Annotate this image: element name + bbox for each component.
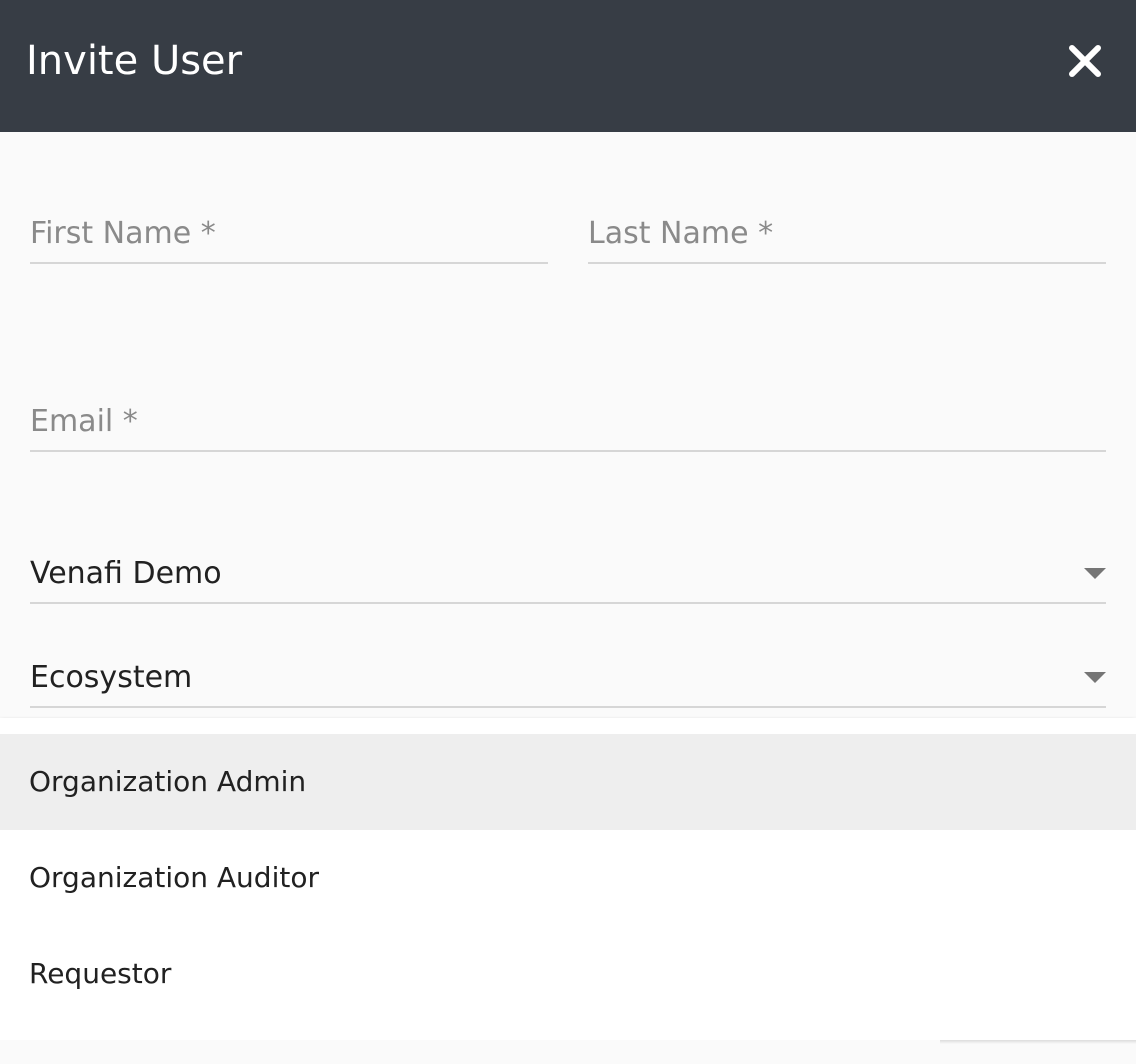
dialog-title: Invite User (26, 38, 243, 84)
chevron-down-icon (1084, 672, 1106, 683)
role-dropdown-menu: Organization Admin Organization Auditor … (0, 718, 1136, 1040)
organization-select[interactable]: Venafi Demo (30, 552, 1106, 604)
first-name-field[interactable]: First Name * (30, 212, 548, 264)
bottom-shadow (940, 1040, 1136, 1044)
email-input[interactable] (30, 400, 1106, 450)
menu-item-label: Organization Admin (29, 765, 307, 798)
menu-item-label: Organization Auditor (29, 861, 319, 894)
organization-select-value: Venafi Demo (30, 556, 222, 591)
email-field[interactable]: Email * (30, 400, 1106, 452)
menu-item-label: Requestor (29, 957, 172, 990)
dialog-header: Invite User (0, 0, 1136, 132)
role-type-select[interactable]: Ecosystem (30, 656, 1106, 708)
last-name-field[interactable]: Last Name * (588, 212, 1106, 264)
chevron-down-icon (1084, 568, 1106, 579)
menu-item-organization-auditor[interactable]: Organization Auditor (0, 830, 1136, 926)
first-name-input[interactable] (30, 212, 548, 262)
menu-item-organization-admin[interactable]: Organization Admin (0, 734, 1136, 830)
role-type-select-value: Ecosystem (30, 660, 193, 695)
close-button[interactable] (1064, 40, 1106, 82)
last-name-input[interactable] (588, 212, 1106, 262)
dialog-body: First Name * Last Name * Email * Venafi … (0, 132, 1136, 718)
close-icon (1069, 45, 1101, 77)
menu-item-requestor[interactable]: Requestor (0, 926, 1136, 1022)
